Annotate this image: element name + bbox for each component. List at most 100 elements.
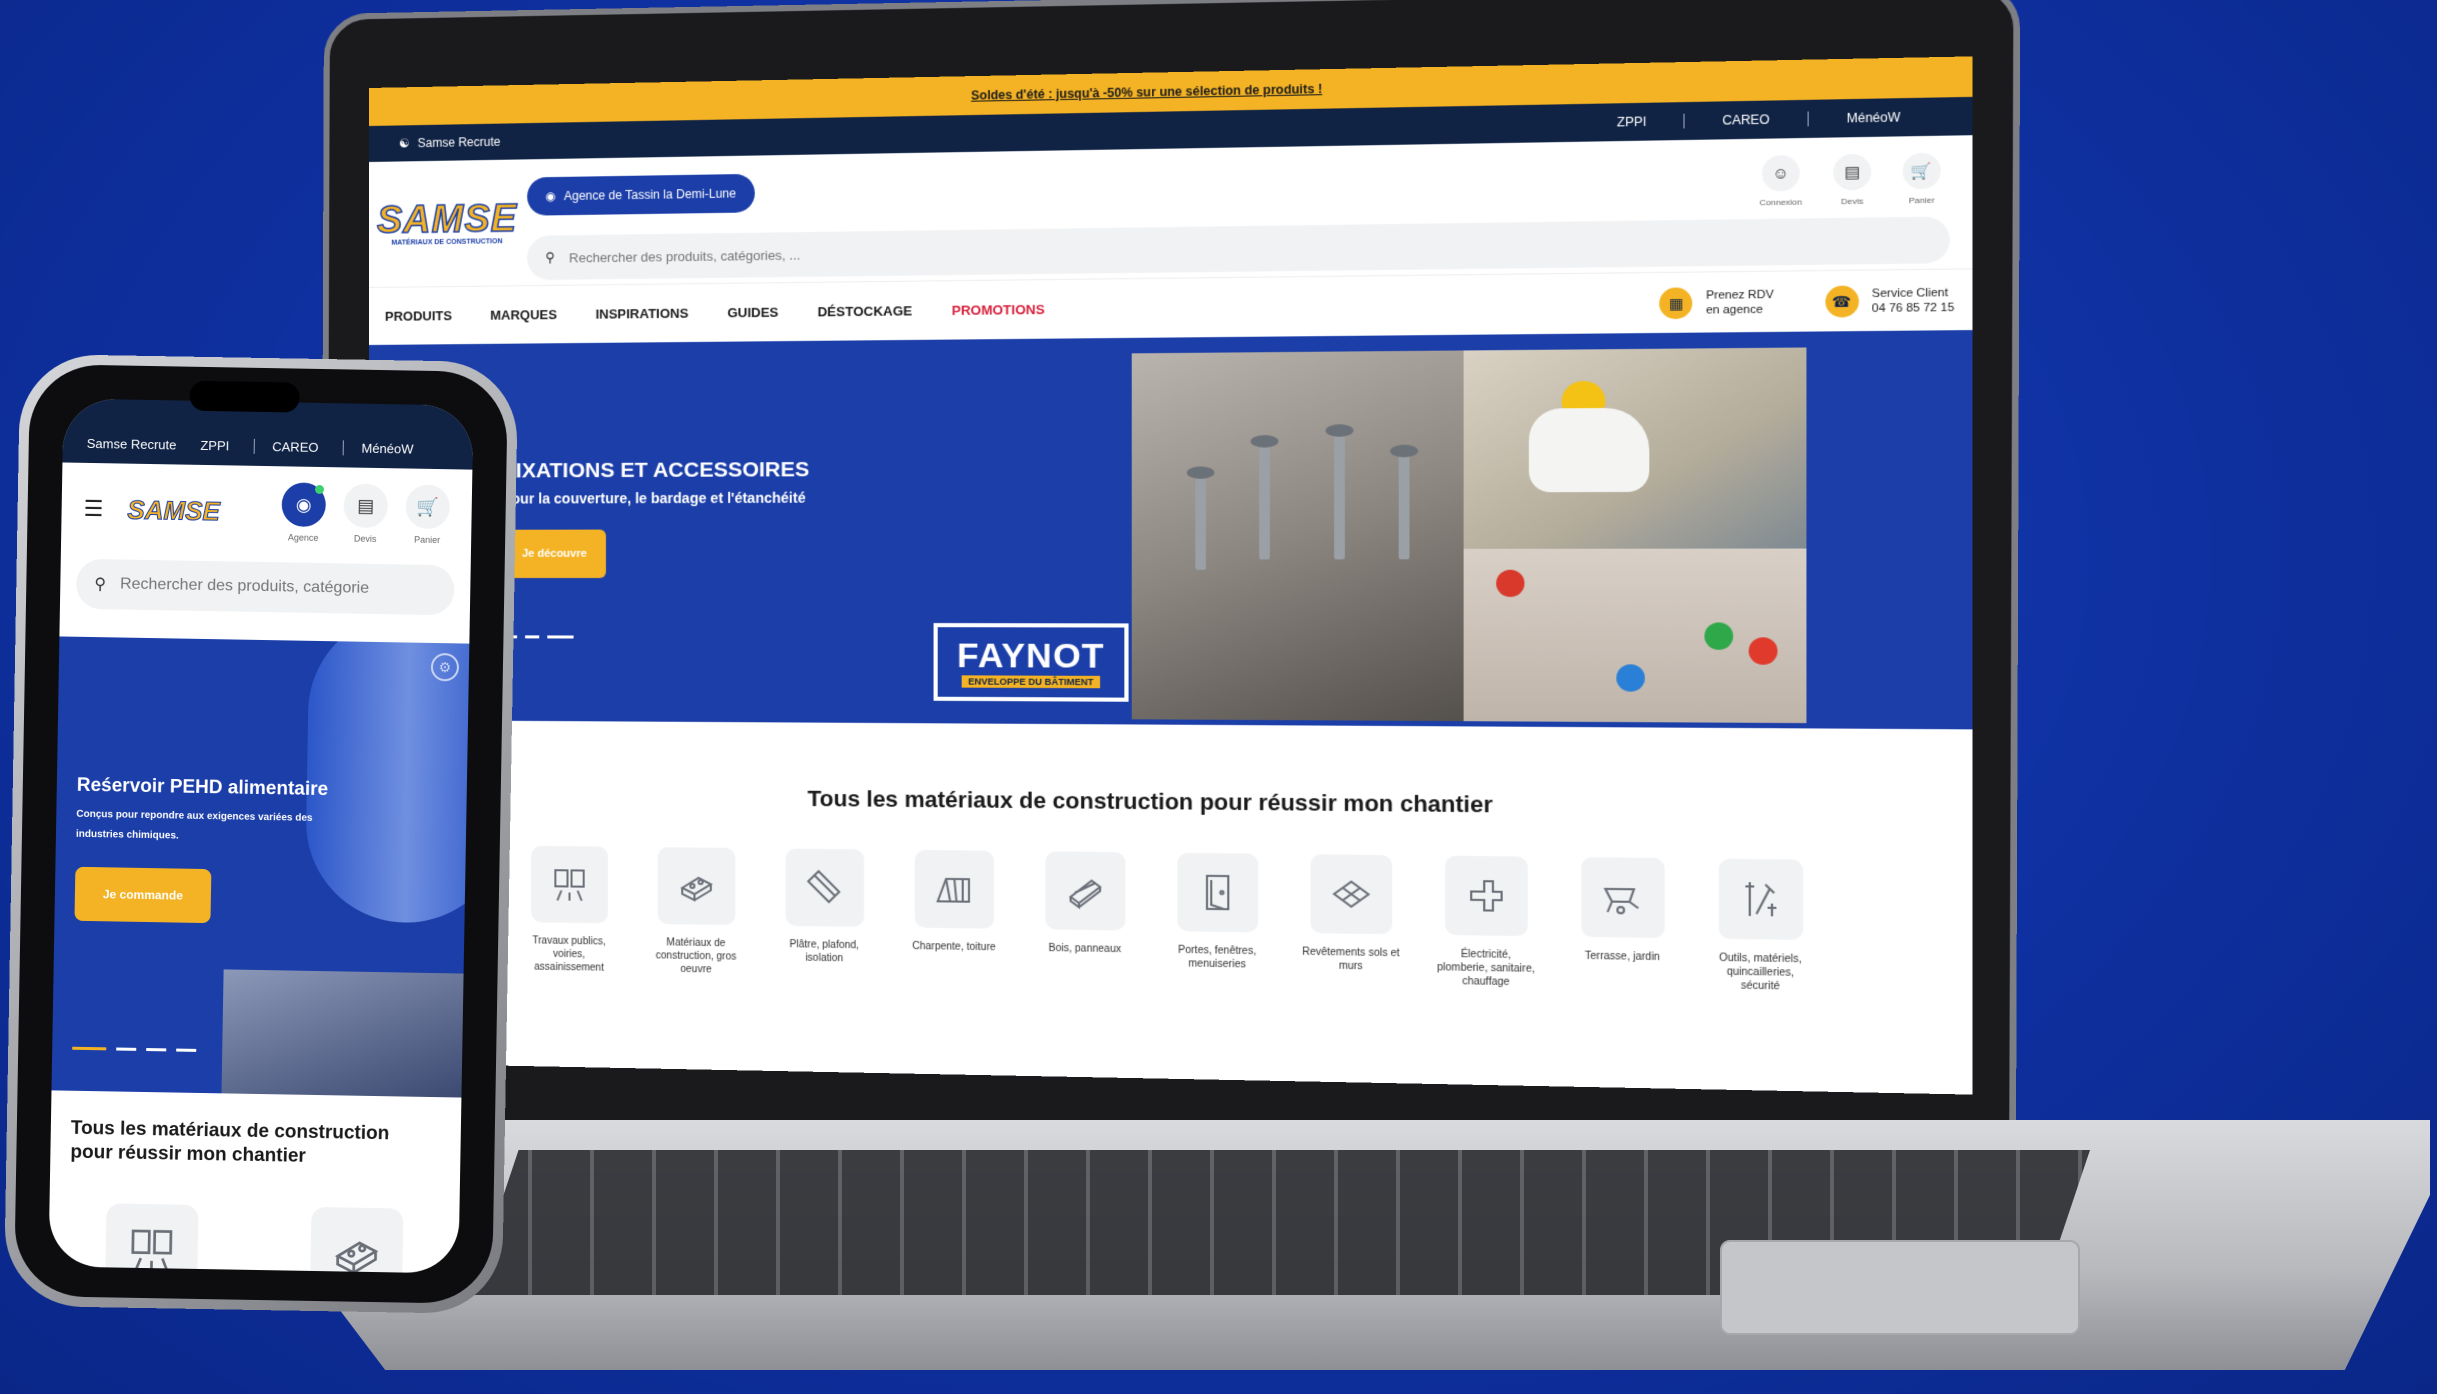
logo-tagline: MATÉRIAUX DE CONSTRUCTION xyxy=(391,238,503,247)
mobile-recruit-link[interactable]: Samse Recrute xyxy=(87,436,177,453)
nav-destockage[interactable]: DÉSTOCKAGE xyxy=(818,303,913,319)
account-label: Connexion xyxy=(1759,197,1803,208)
nav-promotions[interactable]: PROMOTIONS xyxy=(952,302,1045,318)
brand-link-meneo[interactable]: MénéoW xyxy=(1807,109,1939,127)
nav-marques[interactable]: MARQUES xyxy=(490,307,557,323)
mobile-hero-banner: ⚙ Reśervoir PEHD alimentaire Conçus pour… xyxy=(51,636,470,1098)
cart-button[interactable]: 🛒 Panier xyxy=(1902,152,1941,206)
hero-photo-fixings xyxy=(1463,548,1807,724)
mobile-search-input[interactable] xyxy=(119,575,411,599)
carousel-dot[interactable] xyxy=(116,1047,137,1051)
mobile-quote-button[interactable]: ▤ Devis xyxy=(343,483,389,544)
brand-link-zppi[interactable]: ZPPI xyxy=(1580,114,1684,131)
faynot-tagline: ENVELOPPE DU BÂTIMENT xyxy=(961,675,1100,689)
search-input[interactable] xyxy=(569,241,1191,266)
brand-link-careo[interactable]: CAREO xyxy=(1683,111,1808,129)
search-bar: ⚲ xyxy=(527,216,1950,281)
nav-produits[interactable]: PRODUITS xyxy=(385,308,452,324)
mobile-logo[interactable]: SAMSE xyxy=(127,494,221,527)
phone-icon: ☎ xyxy=(1824,285,1859,318)
categories-title: Tous les matériaux de construction pour … xyxy=(807,785,1493,818)
category-label: Portes, fenêtres, menuiseries xyxy=(1178,944,1257,971)
phone-frame: Samse Recrute ZPPI CAREO MénéoW ☰ SAMSE … xyxy=(3,353,519,1315)
location-pin-icon: ◉ xyxy=(281,482,327,528)
category-label: Charpente, toiture xyxy=(912,940,996,954)
roof-icon xyxy=(914,849,994,929)
mobile-header: ☰ SAMSE ◉ Agence ▤ Devis 🛒 Panier xyxy=(61,462,473,561)
pipe-graphic xyxy=(221,969,464,1098)
samse-logo[interactable]: SAMSE MATÉRIAUX DE CONSTRUCTION xyxy=(376,197,518,260)
category-menuiseries[interactable]: Portes, fenêtres, menuiseries xyxy=(1167,852,1268,986)
hero-cta-button[interactable]: Je découvre xyxy=(502,529,606,579)
recruit-label: Samse Recrute xyxy=(417,134,501,151)
customer-service-link[interactable]: ☎ Service Client 04 76 85 72 15 xyxy=(1824,284,1954,318)
mobile-categories-title: Tous les matériaux de construction pour … xyxy=(70,1117,390,1167)
nav-guides[interactable]: GUIDES xyxy=(727,305,778,321)
hero-title: FIXATIONS ET ACCESSOIRES xyxy=(502,457,810,483)
screw-graphic xyxy=(1334,434,1345,560)
mobile-quote-label: Devis xyxy=(353,533,377,544)
mobile-search-bar: ⚲ xyxy=(75,558,455,616)
phone-camera-island xyxy=(189,380,300,413)
brick-icon xyxy=(657,847,735,926)
mobile-cart-button[interactable]: 🛒 Panier xyxy=(405,484,451,545)
category-revetements[interactable]: Revêtements sols et murs xyxy=(1300,854,1402,987)
category-plomberie[interactable]: Électricité, plomberie, sanitaire, chauf… xyxy=(1434,855,1537,990)
brick-icon[interactable] xyxy=(309,1206,403,1274)
hero-photo-screws xyxy=(1131,350,1464,722)
mobile-brand-zppi[interactable]: ZPPI xyxy=(200,438,229,454)
calendar-icon: ▦ xyxy=(1659,286,1693,319)
category-label: Travaux publics, voiries, assainissement xyxy=(532,935,606,974)
carousel-dot[interactable] xyxy=(176,1048,197,1052)
hamburger-menu-icon[interactable]: ☰ xyxy=(83,496,103,522)
header-actions: ☺ Connexion ▤ Devis 🛒 Panier xyxy=(1759,152,1941,207)
mobile-screen: Samse Recrute ZPPI CAREO MénéoW ☰ SAMSE … xyxy=(48,398,474,1274)
mobile-brand-careo[interactable]: CAREO xyxy=(253,438,319,455)
cap-graphic xyxy=(1704,622,1734,650)
category-label: Électricité, plomberie, sanitaire, chauf… xyxy=(1437,948,1535,989)
cart-icon: 🛒 xyxy=(1902,152,1941,190)
category-terrasse[interactable]: Terrasse, jardin xyxy=(1570,857,1674,992)
mobile-hero-subtitle: Conçus pour repondre aux exigences varié… xyxy=(75,808,313,842)
appointment-link[interactable]: ▦ Prenez RDV en agence xyxy=(1659,286,1774,319)
agency-selector-button[interactable]: ◉ Agence de Tassin la Demi-Lune xyxy=(527,173,755,216)
pipe-icon xyxy=(1444,855,1528,937)
recruit-link[interactable]: ☯ Samse Recrute xyxy=(399,135,501,151)
wood-panel-icon xyxy=(1044,851,1125,931)
mobile-agency-button[interactable]: ◉ Agence xyxy=(281,482,327,543)
cap-graphic xyxy=(1616,664,1645,692)
search-icon: ⚲ xyxy=(94,576,107,594)
mobile-agency-label: Agence xyxy=(287,532,319,543)
category-platre[interactable]: Plâtre, plafond, isolation xyxy=(775,848,873,979)
header-center: ◉ Agence de Tassin la Demi-Lune ⚲ xyxy=(527,155,1950,285)
mobile-brand-meneo[interactable]: MénéoW xyxy=(342,440,414,457)
location-pin-icon: ◉ xyxy=(545,189,556,204)
category-bois[interactable]: Bois, panneaux xyxy=(1035,851,1135,983)
promo-banner-link[interactable]: Soldes d'été : jusqu'à -50% sur une séle… xyxy=(971,82,1322,103)
road-icon xyxy=(530,845,608,924)
tools-icon xyxy=(1718,858,1803,940)
category-charpente[interactable]: Charpente, toiture xyxy=(904,849,1003,981)
agency-label: Agence de Tassin la Demi-Lune xyxy=(563,186,737,204)
rdv-line2: en agence xyxy=(1706,302,1763,317)
user-icon: ☯ xyxy=(398,136,410,151)
account-button[interactable]: ☺ Connexion xyxy=(1759,155,1802,207)
category-gros-oeuvre[interactable]: Matériaux de construction, gros oeuvre xyxy=(648,847,745,977)
mobile-hero-cta-button[interactable]: Je commande xyxy=(74,866,212,924)
tiles-icon xyxy=(1309,854,1392,935)
screw-graphic xyxy=(1259,445,1270,560)
road-icon[interactable] xyxy=(104,1203,199,1274)
faynot-logo: FAYNOT ENVELOPPE DU BÂTIMENT xyxy=(933,623,1129,702)
nav-inspirations[interactable]: INSPIRATIONS xyxy=(595,306,688,322)
carousel-dot[interactable] xyxy=(525,635,540,639)
document-icon: ▤ xyxy=(343,483,389,529)
site-header: SAMSE MATÉRIAUX DE CONSTRUCTION ◉ Agence… xyxy=(369,135,1972,287)
carousel-dot-active[interactable] xyxy=(547,635,574,639)
category-label: Plâtre, plafond, isolation xyxy=(789,939,859,965)
category-outils[interactable]: Outils, matériels, quincailleries, sécur… xyxy=(1708,858,1813,995)
carousel-dot-active[interactable] xyxy=(72,1046,107,1051)
category-travaux-publics[interactable]: Travaux publics, voiries, assainissement xyxy=(521,845,617,975)
carousel-dot[interactable] xyxy=(146,1048,167,1052)
desktop-screen: Soldes d'été : jusqu'à -50% sur une séle… xyxy=(369,56,1973,1095)
quote-button[interactable]: ▤ Devis xyxy=(1833,153,1872,207)
